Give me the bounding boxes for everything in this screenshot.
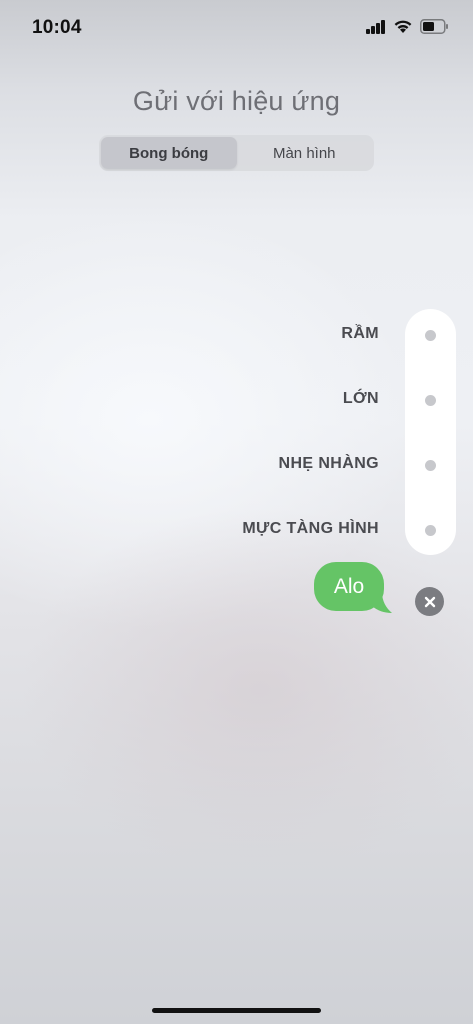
page-title: Gửi với hiệu ứng — [132, 86, 341, 116]
home-indicator[interactable] — [152, 1008, 321, 1013]
status-time: 10:04 — [32, 17, 82, 38]
close-icon — [424, 596, 435, 607]
effect-label-slam[interactable]: RẦM — [341, 325, 379, 343]
wifi-icon — [393, 19, 413, 39]
battery-icon — [420, 19, 449, 39]
message-bubble: Alo — [314, 562, 392, 614]
effect-radio-invisible-ink[interactable] — [425, 525, 436, 536]
tab-screen[interactable]: Màn hình — [237, 137, 373, 169]
effect-type-segmented-control: Bong bóng Màn hình — [99, 135, 374, 171]
message-text: Alo — [314, 562, 384, 611]
effect-radio-loud[interactable] — [425, 395, 436, 406]
status-icons — [366, 19, 449, 39]
tab-bubble[interactable]: Bong bóng — [101, 137, 237, 169]
cellular-signal-icon — [366, 19, 386, 39]
effect-label-loud[interactable]: LỚN — [343, 390, 379, 408]
close-button[interactable] — [415, 587, 444, 616]
effect-label-gentle[interactable]: NHẸ NHÀNG — [279, 455, 380, 473]
effect-radio-slam[interactable] — [425, 330, 436, 341]
effect-radio-gentle[interactable] — [425, 460, 436, 471]
effect-selector-panel — [405, 309, 456, 555]
effect-label-invisible-ink[interactable]: MỰC TÀNG HÌNH — [242, 520, 379, 538]
status-bar: 10:04 — [0, 0, 473, 56]
